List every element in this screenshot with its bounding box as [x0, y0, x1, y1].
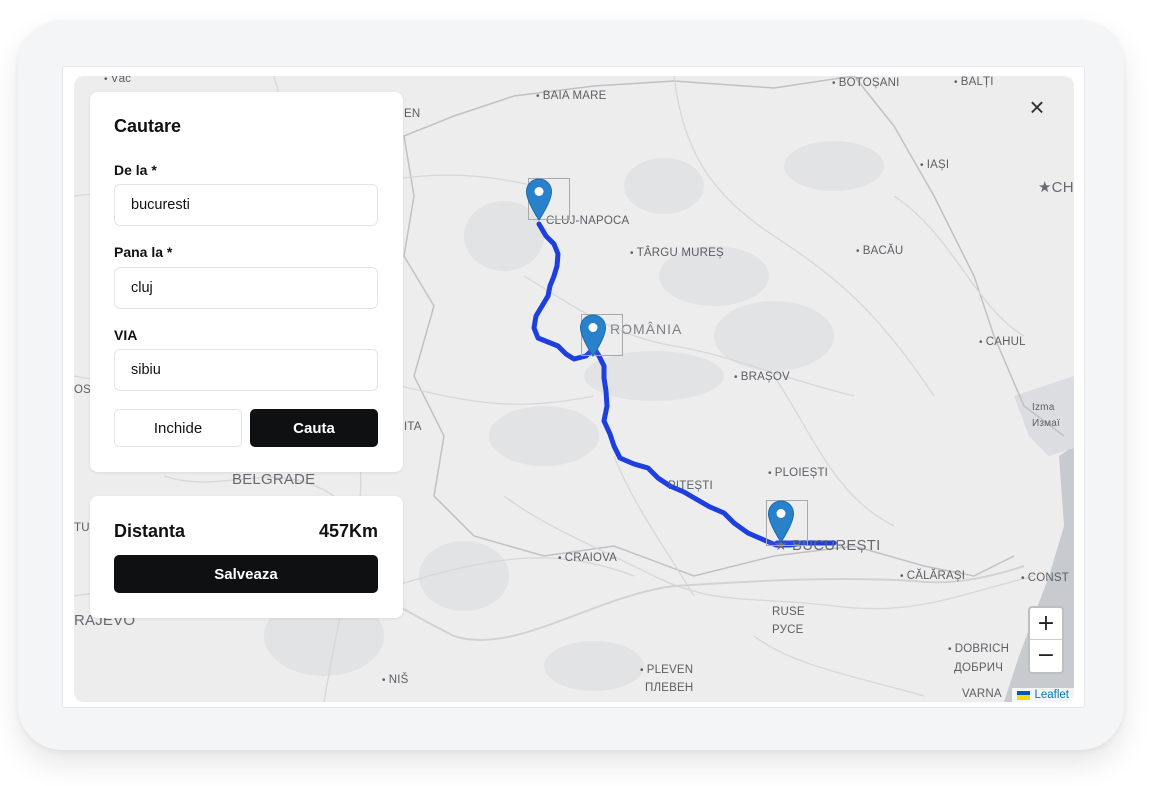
label-dobrich-cyr: ДОБРИЧ	[954, 662, 1004, 674]
label-dobrich: • DOBRICH	[948, 643, 1010, 655]
label-pitesti: PITEȘTI	[668, 480, 713, 492]
via-label: VIA	[114, 327, 138, 343]
label-craiova: • CRAIOVA	[558, 552, 618, 564]
label-nis: • NIŠ	[382, 674, 409, 686]
map-marker-icon[interactable]	[767, 500, 795, 544]
map-attribution[interactable]: Leaflet	[1012, 688, 1074, 702]
label-ruse: RUSE	[772, 606, 805, 618]
label-vac: • Vác	[104, 76, 132, 85]
search-panel: Cautare De la * Pana la * VIA Inchide Ca…	[90, 92, 403, 472]
label-iasi: • IAȘI	[920, 159, 950, 171]
from-label: De la *	[114, 162, 157, 178]
label-chisinau: ★CH	[1038, 179, 1074, 196]
distance-value: 457Km	[318, 521, 378, 541]
label-bacau: • BACĂU	[856, 245, 904, 257]
ukraine-flag-icon	[1017, 690, 1031, 700]
to-input[interactable]	[114, 267, 378, 309]
close-icon[interactable]: ×	[1024, 94, 1050, 120]
label-baia-mare: • BAIA MARE	[536, 90, 607, 102]
label-edge-en: EN	[404, 108, 421, 120]
distance-label: Distanta	[114, 521, 186, 541]
via-input[interactable]	[114, 349, 378, 391]
label-izmail-cyr: Измаї	[1032, 418, 1060, 429]
from-input[interactable]	[114, 184, 378, 226]
map-marker-icon[interactable]	[579, 314, 607, 358]
label-botosani: • BOTOȘANI	[832, 77, 900, 89]
save-button[interactable]: Salveaza	[114, 555, 378, 593]
label-cahul: • CAHUL	[979, 336, 1026, 348]
search-button[interactable]: Cauta	[250, 409, 378, 447]
label-calarasi: • CĂLĂRAȘI	[900, 570, 966, 582]
label-varna: VARNA	[962, 688, 1002, 700]
zoom-out-button[interactable]: −	[1030, 639, 1062, 671]
close-button[interactable]: Inchide	[114, 409, 242, 447]
zoom-in-button[interactable]: +	[1030, 608, 1062, 639]
zoom-control: + −	[1028, 606, 1064, 674]
label-edge-os: OS	[74, 384, 92, 396]
label-edge-ita: ITA	[404, 421, 422, 433]
map-marker-icon[interactable]	[525, 178, 553, 222]
label-constanta: • CONST	[1021, 572, 1069, 584]
label-edge-tu: TU	[74, 522, 90, 534]
label-brasov: • BRAȘOV	[734, 371, 790, 383]
distance-panel: Distanta 457Km Salveaza	[90, 496, 403, 618]
attribution-link[interactable]: Leaflet	[1034, 689, 1069, 701]
label-belgrade: BELGRADE	[232, 471, 316, 488]
to-label: Pana la *	[114, 244, 173, 260]
label-izmail: Izma	[1032, 402, 1055, 413]
label-ploiesti: • PLOIEȘTI	[768, 467, 829, 479]
label-ruse-cyr: РУСЕ	[772, 624, 804, 636]
label-targu-mures: • TÂRGU MUREȘ	[630, 247, 724, 259]
label-pleven-cyr: ПЛЕВЕН	[645, 682, 694, 694]
label-pleven: • PLEVEN	[640, 664, 694, 676]
label-balti: • BALȚI	[954, 76, 994, 88]
search-panel-title: Cautare	[114, 116, 182, 136]
